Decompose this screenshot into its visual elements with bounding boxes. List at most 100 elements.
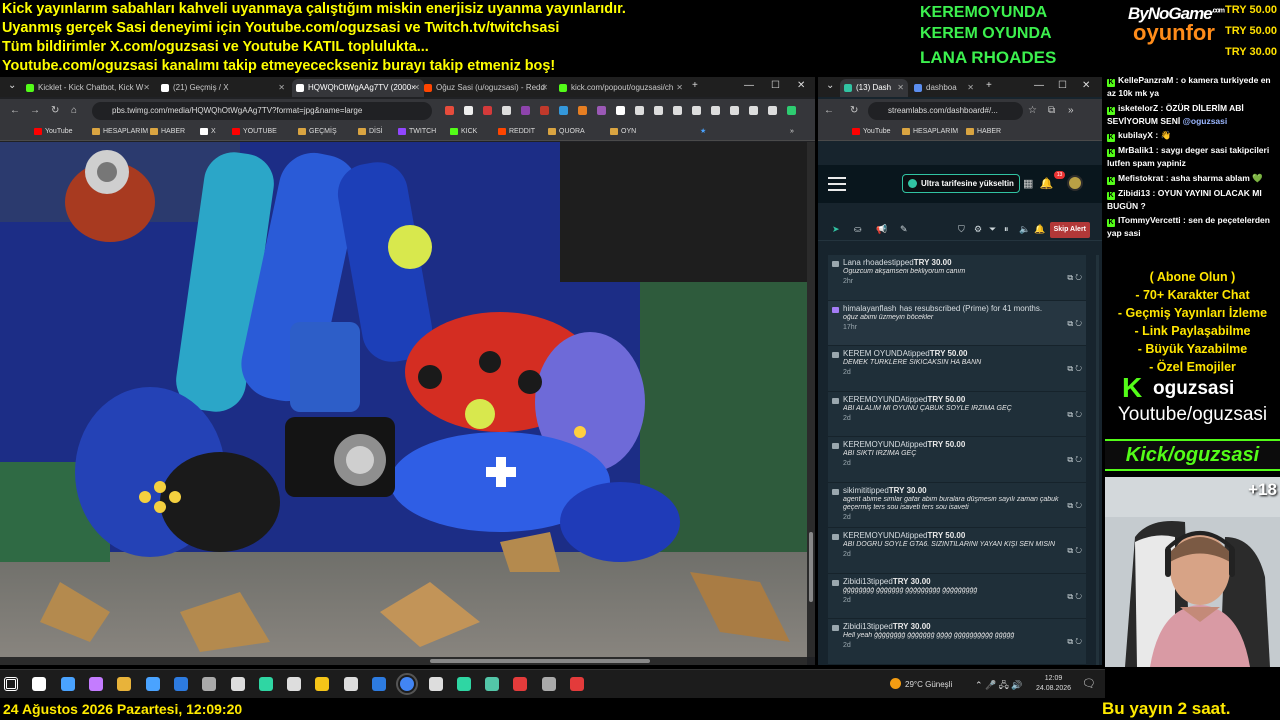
extension-icon[interactable] [787, 106, 796, 115]
bookmark-item[interactable]: OYN [610, 123, 636, 141]
network-icon[interactable]: 🖧 [999, 680, 1009, 690]
back-icon[interactable]: ← [824, 103, 834, 119]
address-bar[interactable]: streamlabs.com/dashboard#/... [868, 102, 1023, 120]
megaphone-icon[interactable]: 📢 [876, 224, 887, 235]
extension-icon[interactable] [730, 106, 739, 115]
extension-icon[interactable] [559, 106, 568, 115]
app-icon[interactable] [513, 677, 527, 691]
mic-icon[interactable]: 🎤 [985, 680, 996, 690]
star-icon[interactable]: ☆ [1028, 103, 1037, 119]
extension-icon[interactable] [445, 106, 454, 115]
browser-tab[interactable]: kick.com/popout/oguzsasi/ch ✕ [555, 79, 687, 97]
gift-icon[interactable]: ⛀ [854, 224, 862, 235]
bookmark-item[interactable]: GEÇMİŞ [298, 123, 337, 141]
close-window-button[interactable]: ✕ [797, 77, 805, 95]
maximize-button[interactable]: ☐ [1058, 77, 1067, 95]
app-icon[interactable] [146, 677, 160, 691]
menu-icon[interactable] [828, 177, 846, 191]
skip-alert-button[interactable]: Skip Alert [1049, 222, 1090, 238]
new-tab-button[interactable]: + [986, 77, 992, 95]
chevron-up-icon[interactable]: ⌃ [975, 680, 983, 690]
bookmark-item[interactable]: DİSİ [358, 123, 383, 141]
app-icon[interactable] [344, 677, 358, 691]
address-bar[interactable]: pbs.twimg.com/media/HQWQhOtWgAAg7TV?form… [92, 102, 432, 120]
forward-icon[interactable]: → [30, 103, 40, 119]
bookmark-item[interactable]: YOUTUBE [232, 123, 277, 141]
browser-tab[interactable]: Oğuz Sasi (u/oguzsasi) - Redd ✕ [420, 79, 552, 97]
extension-icon[interactable] [749, 106, 758, 115]
app-icon[interactable] [259, 677, 273, 691]
browser-tab[interactable]: HQWQhOtWgAAg7TV (2000× ✕ [292, 79, 424, 97]
app-icon[interactable] [315, 677, 329, 691]
replay-icon[interactable]: ↻ [1075, 273, 1082, 282]
vertical-scrollbar[interactable] [807, 142, 815, 657]
bookmark-item[interactable]: QUORA [548, 123, 585, 141]
weather-widget[interactable]: 29°C Güneşli [890, 678, 952, 689]
close-tab-icon[interactable]: ✕ [897, 79, 904, 97]
app-icon[interactable] [570, 677, 584, 691]
bookmark-item[interactable]: HESAPLARIM [92, 123, 148, 141]
shield-icon[interactable]: ⛉ [958, 224, 965, 235]
bookmark-item[interactable]: YouTube [34, 123, 73, 141]
extension-icon[interactable] [502, 106, 511, 115]
extension-icon[interactable] [483, 106, 492, 115]
home-icon[interactable]: ⌂ [71, 103, 77, 119]
extension-icon[interactable] [711, 106, 720, 115]
notification-center-icon[interactable]: 🗨 [1082, 677, 1096, 690]
camera-icon[interactable] [202, 677, 216, 691]
app-icon[interactable] [485, 677, 499, 691]
bookmarks-more-icon[interactable]: » [790, 123, 794, 141]
bookmark-item[interactable]: KICK [450, 123, 477, 141]
bookmark-item[interactable]: HABER [966, 123, 1001, 141]
folder-icon[interactable] [117, 677, 131, 691]
replay-icon[interactable]: ↻ [1075, 319, 1082, 328]
extension-icon[interactable] [521, 106, 530, 115]
replay-icon[interactable]: ↻ [1075, 364, 1082, 373]
close-tab-icon[interactable]: ✕ [143, 79, 150, 97]
bookmark-item[interactable]: HABER [150, 123, 185, 141]
app-icon[interactable] [231, 677, 245, 691]
replay-icon[interactable]: ↻ [1075, 410, 1082, 419]
app-icon[interactable] [372, 677, 386, 691]
close-tab-icon[interactable]: ✕ [541, 79, 548, 97]
extension-icon[interactable] [464, 106, 473, 115]
settings-icon[interactable]: ⚙ [974, 224, 982, 235]
minimize-button[interactable]: — [1034, 77, 1044, 95]
send-icon[interactable]: ➤ [832, 224, 840, 235]
horizontal-scrollbar[interactable] [0, 657, 807, 665]
extension-icon[interactable] [597, 106, 606, 115]
browser-tab[interactable]: (13) Dash ✕ [840, 79, 908, 97]
menu-icon[interactable]: » [1068, 103, 1074, 119]
bookmark-item[interactable]: REDDIT [498, 123, 535, 141]
upgrade-button[interactable]: Ultra tarifesine yükseltin [902, 174, 1020, 193]
mute-icon[interactable]: 🔈 [1019, 224, 1030, 235]
bookmark-item[interactable]: TWITCH [398, 123, 436, 141]
chrome-icon[interactable] [396, 673, 418, 695]
app-icon[interactable] [457, 677, 471, 691]
extension-icon[interactable] [673, 106, 682, 115]
extension-icon[interactable] [578, 106, 587, 115]
pause-icon[interactable]: ⏸ [1004, 224, 1009, 235]
maximize-button[interactable]: ☐ [771, 77, 780, 95]
app-icon[interactable] [542, 677, 556, 691]
bookmark-item[interactable]: X [200, 123, 216, 141]
tab-search-icon[interactable]: ⌄ [826, 77, 834, 95]
extensions-icon[interactable]: ⧉ [1048, 103, 1055, 119]
app-icon[interactable] [287, 677, 301, 691]
replay-icon[interactable]: ↻ [1075, 455, 1082, 464]
new-tab-button[interactable]: + [692, 77, 698, 95]
reload-icon[interactable]: ↻ [850, 103, 858, 119]
bell-icon[interactable]: 🔔 [1034, 224, 1045, 235]
event-list-scrollbar[interactable] [1096, 255, 1099, 665]
minimize-button[interactable]: — [744, 77, 754, 95]
extension-icon[interactable] [540, 106, 549, 115]
start-icon[interactable] [4, 677, 18, 691]
filter-icon[interactable]: ⏷ [989, 224, 996, 235]
extension-icon[interactable] [635, 106, 644, 115]
pencil-icon[interactable]: ✎ [900, 224, 908, 235]
browser-tab[interactable]: (21) Geçmiş / X ✕ [157, 79, 289, 97]
back-icon[interactable]: ← [10, 103, 20, 119]
replay-icon[interactable]: ↻ [1075, 592, 1082, 601]
replay-icon[interactable]: ↻ [1075, 501, 1082, 510]
app-icon[interactable] [89, 677, 103, 691]
